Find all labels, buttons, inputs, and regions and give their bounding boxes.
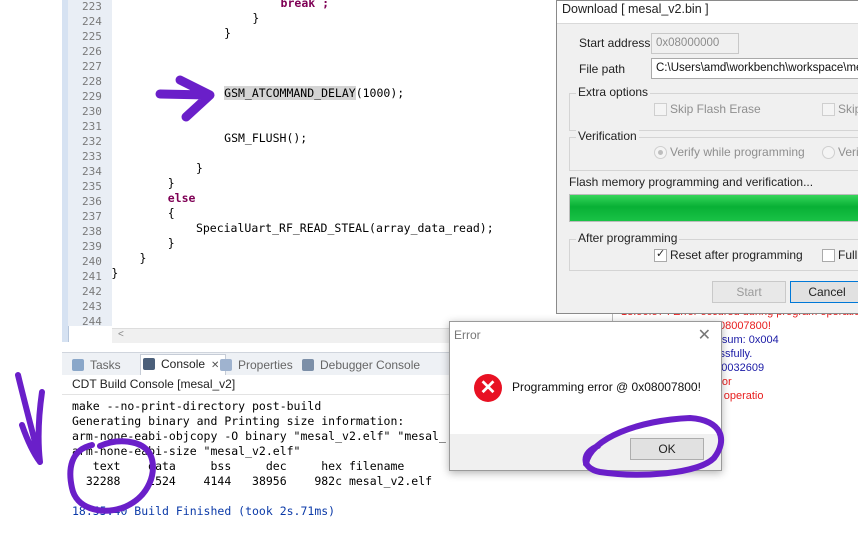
code-token: { [167, 206, 175, 220]
keyword: else [167, 191, 196, 205]
code-token: (1000); [355, 86, 405, 100]
annotation-down-arrow-icon [15, 372, 45, 465]
annotation-circle-ok [582, 415, 725, 478]
code-line[interactable]: GSM_ATCOMMAND_DELAY(1000); [224, 86, 404, 100]
annotation-circle-text [67, 438, 156, 514]
code-line[interactable]: } [111, 266, 118, 280]
code-line[interactable]: } [196, 161, 203, 175]
code-token: SpecialUart_RF_READ_STEAL(array_data_rea… [195, 221, 494, 235]
keyword: break ; [280, 0, 330, 10]
code-token: } [111, 266, 119, 280]
annotation-overlay [15, 75, 725, 514]
code-line[interactable]: } [168, 236, 175, 250]
code-line[interactable]: } [140, 251, 147, 265]
code-line[interactable]: GSM_FLUSH(); [224, 131, 307, 145]
code-token: } [139, 251, 147, 265]
annotation-arrow-icon [155, 75, 215, 122]
code-line[interactable]: else [168, 191, 196, 205]
code-line[interactable]: } [252, 11, 259, 25]
code-token: } [167, 176, 175, 190]
code-line[interactable]: } [168, 176, 175, 190]
code-token: } [195, 161, 203, 175]
code-token: GSM_ATCOMMAND_DELAY [224, 86, 356, 100]
code-token: } [224, 26, 232, 40]
code-line[interactable]: SpecialUart_RF_READ_STEAL(array_data_rea… [196, 221, 494, 235]
code-line[interactable]: { [168, 206, 175, 220]
code-token: GSM_FLUSH(); [224, 131, 308, 145]
code-token: } [252, 11, 260, 25]
code-token: } [167, 236, 175, 250]
code-line[interactable]: break ; [281, 0, 329, 10]
code-line[interactable]: } [224, 26, 231, 40]
